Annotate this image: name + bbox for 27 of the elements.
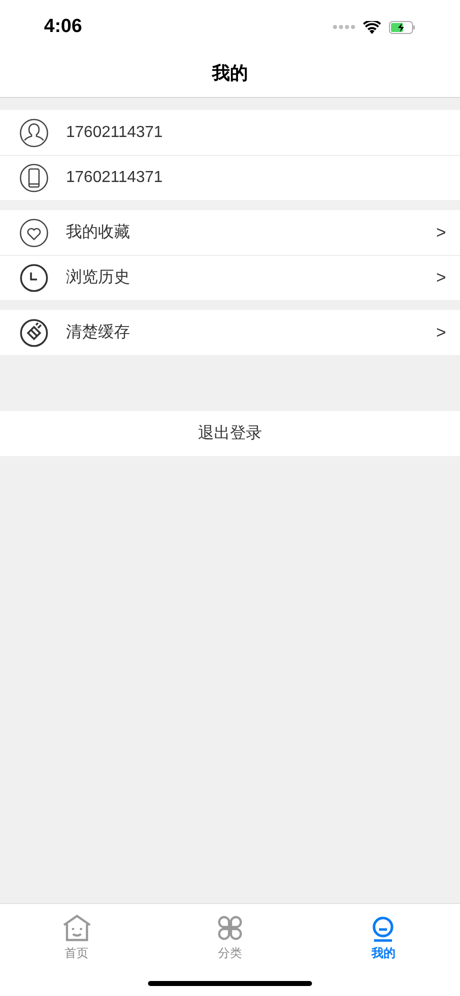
tab-item[interactable]: 首页: [0, 904, 154, 962]
menu-row[interactable]: 清楚缓存 >: [0, 310, 460, 355]
tab-item[interactable]: 我的: [306, 904, 460, 962]
battery-icon: [389, 20, 416, 34]
house-icon: [62, 914, 92, 942]
chevron: >: [436, 322, 446, 344]
broom-icon: [19, 318, 49, 348]
menu-row[interactable]: 我的收藏 >: [0, 210, 460, 255]
user-icon: [19, 118, 49, 148]
row-label: 浏览历史: [66, 268, 131, 288]
row-label: 我的收藏: [66, 222, 131, 242]
clover-icon: [216, 914, 244, 942]
menu-row[interactable]: 浏览历史 >: [0, 255, 460, 300]
row-label: 17602114371: [66, 122, 164, 142]
tab-item[interactable]: 分类: [153, 904, 307, 962]
profile-icon: [371, 916, 396, 942]
signal-icon: [333, 25, 355, 29]
clock-icon: [19, 263, 49, 293]
row-label: 17602114371: [66, 168, 164, 188]
chevron: >: [436, 267, 446, 290]
status-time: 4:06: [44, 14, 82, 39]
logout-button[interactable]: 退出登录: [0, 411, 460, 456]
wifi-icon: [363, 20, 381, 34]
row-label: 清楚缓存: [66, 322, 131, 342]
phone-icon: [19, 163, 49, 193]
chevron: >: [436, 222, 446, 244]
page-title: 我的: [212, 62, 248, 85]
